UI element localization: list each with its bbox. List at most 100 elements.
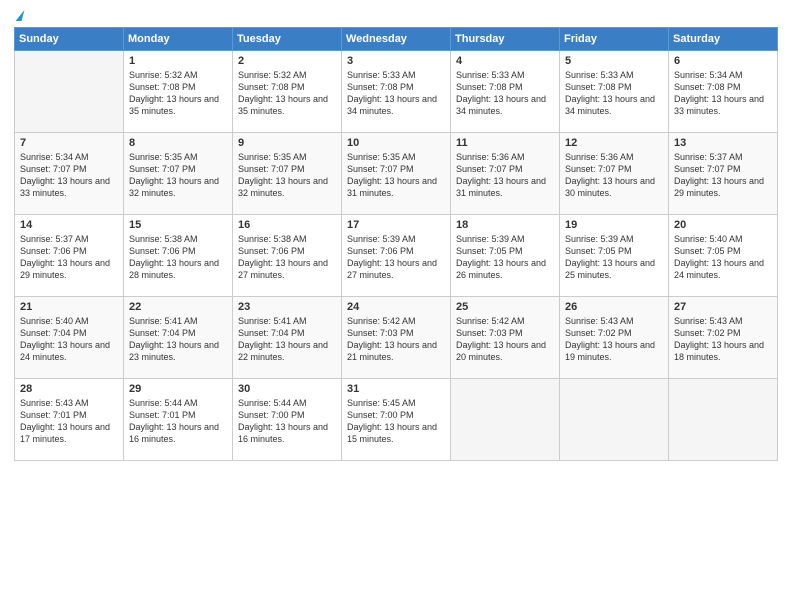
day-cell: 19 Sunrise: 5:39 AMSunset: 7:05 PMDayligh… [560,215,669,297]
day-info: Sunrise: 5:35 AMSunset: 7:07 PMDaylight:… [347,151,445,200]
day-number: 20 [674,219,772,231]
day-info: Sunrise: 5:32 AMSunset: 7:08 PMDaylight:… [129,69,227,118]
day-cell: 25Sunrise: 5:42 AMSunset: 7:03 PMDayligh… [451,297,560,379]
day-cell: 2 Sunrise: 5:32 AMSunset: 7:08 PMDaylight… [233,51,342,133]
day-info: Sunrise: 5:40 AMSunset: 7:04 PMDaylight:… [20,315,118,364]
day-info: Sunrise: 5:45 AMSunset: 7:00 PMDaylight:… [347,397,445,446]
day-cell: 27 Sunrise: 5:43 AMSunset: 7:02 PMDayligh… [669,297,778,379]
day-info: Sunrise: 5:40 AMSunset: 7:05 PMDaylight:… [674,233,772,282]
day-info: Sunrise: 5:34 AMSunset: 7:08 PMDaylight:… [674,69,772,118]
day-cell: 28 Sunrise: 5:43 AMSunset: 7:01 PMDayligh… [15,379,124,461]
day-cell: 12 Sunrise: 5:36 AMSunset: 7:07 PMDayligh… [560,133,669,215]
week-row-3: 14 Sunrise: 5:37 AMSunset: 7:06 PMDayligh… [15,215,778,297]
day-cell: 21 Sunrise: 5:40 AMSunset: 7:04 PMDayligh… [15,297,124,379]
day-info: Sunrise: 5:39 AMSunset: 7:06 PMDaylight:… [347,233,445,282]
day-number: 11 [456,137,554,149]
day-number: 2 [238,55,336,67]
day-header-monday: Monday [124,28,233,51]
day-number: 27 [674,301,772,313]
day-number: 30 [238,383,336,395]
day-number: 10 [347,137,445,149]
day-info: Sunrise: 5:44 AMSunset: 7:00 PMDaylight:… [238,397,336,446]
day-number: 22 [129,301,227,313]
day-header-friday: Friday [560,28,669,51]
day-cell [669,379,778,461]
day-info: Sunrise: 5:33 AMSunset: 7:08 PMDaylight:… [456,69,554,118]
day-cell: 4 Sunrise: 5:33 AMSunset: 7:08 PMDaylight… [451,51,560,133]
day-number: 6 [674,55,772,67]
day-number: 29 [129,383,227,395]
day-number: 8 [129,137,227,149]
day-cell: 15 Sunrise: 5:38 AMSunset: 7:06 PMDayligh… [124,215,233,297]
day-header-saturday: Saturday [669,28,778,51]
day-cell [560,379,669,461]
day-header-sunday: Sunday [15,28,124,51]
header-row: SundayMondayTuesdayWednesdayThursdayFrid… [15,28,778,51]
day-info: Sunrise: 5:43 AMSunset: 7:02 PMDaylight:… [565,315,663,364]
day-header-thursday: Thursday [451,28,560,51]
day-number: 5 [565,55,663,67]
day-number: 16 [238,219,336,231]
day-info: Sunrise: 5:39 AMSunset: 7:05 PMDaylight:… [565,233,663,282]
day-cell: 10 Sunrise: 5:35 AMSunset: 7:07 PMDayligh… [342,133,451,215]
day-info: Sunrise: 5:41 AMSunset: 7:04 PMDaylight:… [238,315,336,364]
day-number: 28 [20,383,118,395]
day-cell: 22Sunrise: 5:41 AMSunset: 7:04 PMDayligh… [124,297,233,379]
day-info: Sunrise: 5:37 AMSunset: 7:06 PMDaylight:… [20,233,118,282]
day-cell: 23Sunrise: 5:41 AMSunset: 7:04 PMDayligh… [233,297,342,379]
day-info: Sunrise: 5:38 AMSunset: 7:06 PMDaylight:… [129,233,227,282]
day-info: Sunrise: 5:43 AMSunset: 7:01 PMDaylight:… [20,397,118,446]
day-number: 12 [565,137,663,149]
day-info: Sunrise: 5:38 AMSunset: 7:06 PMDaylight:… [238,233,336,282]
day-info: Sunrise: 5:33 AMSunset: 7:08 PMDaylight:… [565,69,663,118]
day-number: 17 [347,219,445,231]
day-header-tuesday: Tuesday [233,28,342,51]
day-info: Sunrise: 5:33 AMSunset: 7:08 PMDaylight:… [347,69,445,118]
day-number: 21 [20,301,118,313]
logo-triangle-icon [16,10,25,21]
header [14,10,778,21]
day-info: Sunrise: 5:44 AMSunset: 7:01 PMDaylight:… [129,397,227,446]
day-number: 19 [565,219,663,231]
day-cell: 16 Sunrise: 5:38 AMSunset: 7:06 PMDayligh… [233,215,342,297]
day-cell: 8Sunrise: 5:35 AMSunset: 7:07 PMDaylight… [124,133,233,215]
day-number: 7 [20,137,118,149]
day-number: 15 [129,219,227,231]
day-cell: 18Sunrise: 5:39 AMSunset: 7:05 PMDayligh… [451,215,560,297]
day-number: 14 [20,219,118,231]
day-info: Sunrise: 5:43 AMSunset: 7:02 PMDaylight:… [674,315,772,364]
day-info: Sunrise: 5:35 AMSunset: 7:07 PMDaylight:… [238,151,336,200]
day-cell: 9 Sunrise: 5:35 AMSunset: 7:07 PMDaylight… [233,133,342,215]
day-cell: 30 Sunrise: 5:44 AMSunset: 7:00 PMDayligh… [233,379,342,461]
day-number: 26 [565,301,663,313]
page: SundayMondayTuesdayWednesdayThursdayFrid… [0,0,792,612]
day-header-wednesday: Wednesday [342,28,451,51]
day-cell: 17 Sunrise: 5:39 AMSunset: 7:06 PMDayligh… [342,215,451,297]
day-number: 13 [674,137,772,149]
day-cell: 11 Sunrise: 5:36 AMSunset: 7:07 PMDayligh… [451,133,560,215]
day-number: 1 [129,55,227,67]
day-cell: 5 Sunrise: 5:33 AMSunset: 7:08 PMDaylight… [560,51,669,133]
day-info: Sunrise: 5:36 AMSunset: 7:07 PMDaylight:… [565,151,663,200]
day-number: 4 [456,55,554,67]
calendar-table: SundayMondayTuesdayWednesdayThursdayFrid… [14,27,778,461]
day-info: Sunrise: 5:32 AMSunset: 7:08 PMDaylight:… [238,69,336,118]
day-number: 9 [238,137,336,149]
day-cell: 7 Sunrise: 5:34 AMSunset: 7:07 PMDaylight… [15,133,124,215]
day-number: 31 [347,383,445,395]
day-cell: 14 Sunrise: 5:37 AMSunset: 7:06 PMDayligh… [15,215,124,297]
day-cell [451,379,560,461]
day-cell: 3Sunrise: 5:33 AMSunset: 7:08 PMDaylight… [342,51,451,133]
day-cell: 24Sunrise: 5:42 AMSunset: 7:03 PMDayligh… [342,297,451,379]
day-number: 18 [456,219,554,231]
day-cell: 26 Sunrise: 5:43 AMSunset: 7:02 PMDayligh… [560,297,669,379]
week-row-1: 1 Sunrise: 5:32 AMSunset: 7:08 PMDaylight… [15,51,778,133]
day-info: Sunrise: 5:42 AMSunset: 7:03 PMDaylight:… [347,315,445,364]
day-cell: 1 Sunrise: 5:32 AMSunset: 7:08 PMDaylight… [124,51,233,133]
day-info: Sunrise: 5:34 AMSunset: 7:07 PMDaylight:… [20,151,118,200]
day-number: 25 [456,301,554,313]
day-info: Sunrise: 5:37 AMSunset: 7:07 PMDaylight:… [674,151,772,200]
day-info: Sunrise: 5:36 AMSunset: 7:07 PMDaylight:… [456,151,554,200]
week-row-4: 21 Sunrise: 5:40 AMSunset: 7:04 PMDayligh… [15,297,778,379]
day-cell: 20 Sunrise: 5:40 AMSunset: 7:05 PMDayligh… [669,215,778,297]
